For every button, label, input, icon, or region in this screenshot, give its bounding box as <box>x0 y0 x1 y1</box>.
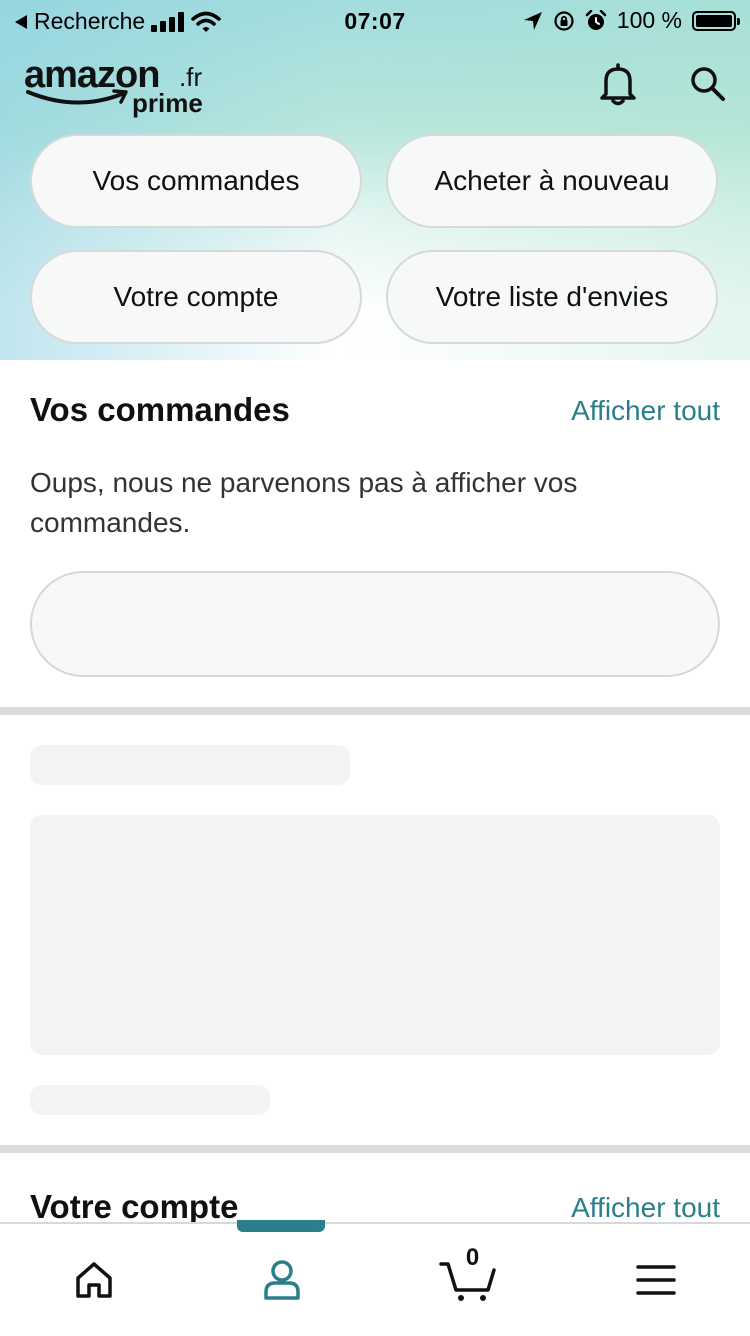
alarm-icon <box>585 9 607 30</box>
quick-link-buy-again[interactable]: Acheter à nouveau <box>386 134 718 228</box>
hamburger-menu-icon <box>635 1265 676 1295</box>
quick-link-account[interactable]: Votre compte <box>30 250 362 344</box>
logo-smile-icon <box>26 89 128 105</box>
tab-account[interactable] <box>188 1224 375 1336</box>
notifications-bell-icon[interactable] <box>596 62 640 106</box>
tab-cart[interactable]: 0 <box>375 1224 562 1336</box>
section-divider <box>0 707 750 715</box>
quick-link-wishlist[interactable]: Votre liste d'envies <box>386 250 718 344</box>
active-tab-indicator <box>237 1220 325 1232</box>
status-bar: Recherche 07:07 100 % <box>0 0 750 40</box>
tab-home[interactable] <box>0 1224 187 1336</box>
skeleton-title-placeholder <box>30 745 350 785</box>
section-divider <box>0 1145 750 1153</box>
user-icon <box>263 1260 300 1300</box>
quick-link-orders[interactable]: Vos commandes <box>30 134 362 228</box>
rotation-lock-icon <box>554 10 574 31</box>
logo-prime: prime <box>132 88 203 118</box>
orders-error-message: Oups, nous ne parvenons pas à afficher v… <box>30 467 578 538</box>
orders-empty-button[interactable] <box>30 571 720 677</box>
orders-section-title: Vos commandes <box>30 391 290 428</box>
tab-menu[interactable] <box>562 1224 749 1336</box>
bottom-tab-bar: 0 <box>0 1222 750 1336</box>
search-icon[interactable] <box>686 62 730 106</box>
battery-percent: 100 % <box>616 7 682 33</box>
home-icon <box>75 1262 112 1298</box>
cart-count-badge: 0 <box>465 1244 480 1271</box>
skeleton-card-placeholder <box>30 815 720 1055</box>
amazon-prime-logo[interactable]: amazon .fr prime <box>24 54 224 118</box>
account-see-all-link[interactable]: Afficher tout <box>571 1192 720 1224</box>
orders-see-all-link[interactable]: Afficher tout <box>571 395 720 427</box>
battery-icon <box>692 10 740 31</box>
account-section-title: Votre compte <box>30 1188 239 1225</box>
location-arrow-icon <box>523 11 542 30</box>
skeleton-line-placeholder <box>30 1085 270 1115</box>
